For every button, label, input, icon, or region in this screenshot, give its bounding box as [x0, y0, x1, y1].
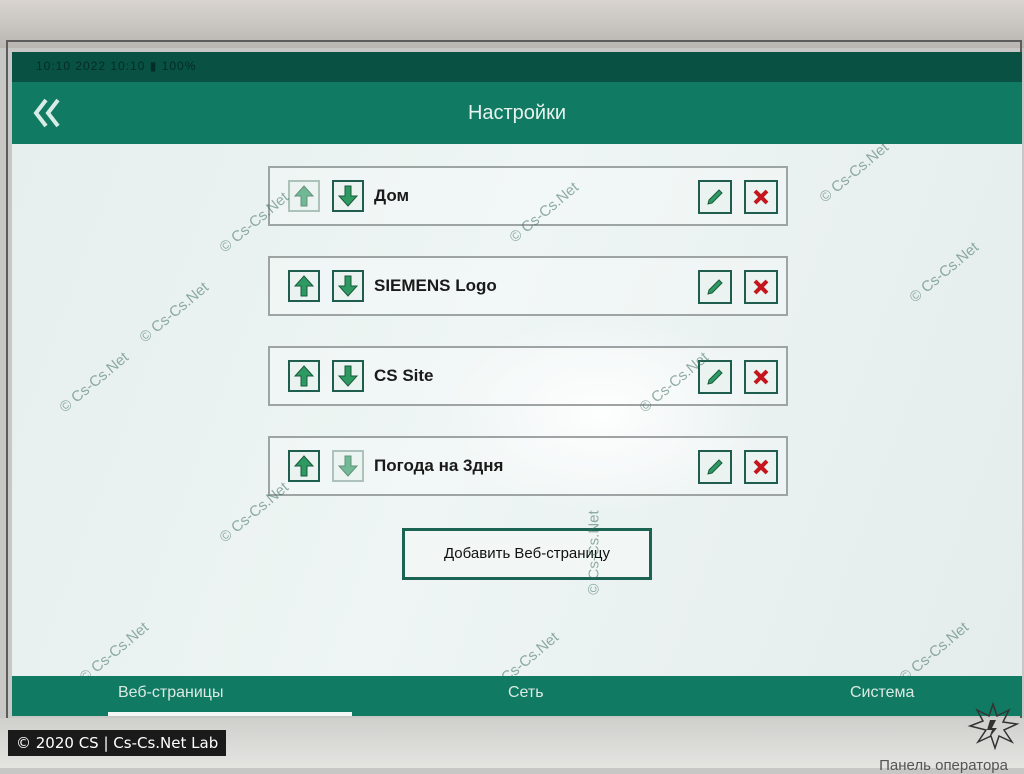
delete-button[interactable] — [744, 450, 778, 484]
delete-button[interactable] — [744, 180, 778, 214]
web-page-row: CS Site — [268, 346, 788, 406]
web-page-name: CS Site — [374, 366, 434, 385]
status-bar: 10:10 2022 10:10 ▮ 100% — [12, 52, 1022, 82]
web-page-name: Погода на 3дня — [374, 456, 504, 475]
tab-system[interactable]: Система — [850, 684, 914, 702]
edit-button[interactable] — [698, 180, 732, 214]
edit-button[interactable] — [698, 360, 732, 394]
move-up-button[interactable] — [288, 360, 320, 392]
pencil-icon — [707, 459, 723, 475]
starburst-logo-icon — [967, 702, 1020, 750]
arrow-down-icon — [338, 455, 358, 477]
move-up-button[interactable] — [288, 270, 320, 302]
add-web-page-button[interactable]: Добавить Веб-страницу — [402, 528, 652, 580]
delete-button[interactable] — [744, 270, 778, 304]
arrow-up-icon — [294, 275, 314, 297]
close-x-icon — [753, 189, 769, 205]
web-page-row: SIEMENS Logo — [268, 256, 788, 316]
move-down-button[interactable] — [332, 270, 364, 302]
edit-button[interactable] — [698, 450, 732, 484]
delete-button[interactable] — [744, 360, 778, 394]
bezel-caption: Панель оператора — [879, 757, 1008, 774]
edit-button[interactable] — [698, 270, 732, 304]
watermark: © Cs-Cs.Net — [56, 348, 132, 417]
close-x-icon — [753, 369, 769, 385]
move-down-button[interactable] — [332, 360, 364, 392]
tab-web-pages[interactable]: Веб-страницы — [118, 684, 223, 702]
status-text: 10:10 2022 10:10 ▮ 100% — [36, 59, 197, 73]
bottom-tab-bar: Веб-страницы Сеть Система — [12, 676, 1022, 716]
photo-credit: © 2020 CS | Cs-Cs.Net Lab — [8, 730, 227, 756]
watermark: © Cs-Cs.Net — [816, 138, 892, 207]
arrow-down-icon — [338, 185, 358, 207]
web-pages-panel: Дом SIEMENS Logo CS Site Погода на 3дня … — [12, 139, 1022, 696]
web-page-row: Погода на 3дня — [268, 436, 788, 496]
arrow-up-icon — [294, 455, 314, 477]
arrow-up-icon — [294, 365, 314, 387]
web-page-name: Дом — [374, 186, 410, 205]
tab-network[interactable]: Сеть — [508, 684, 544, 702]
web-page-row: Дом — [268, 166, 788, 226]
web-page-name: SIEMENS Logo — [374, 276, 497, 295]
arrow-down-icon — [338, 365, 358, 387]
close-x-icon — [753, 279, 769, 295]
watermark: © Cs-Cs.Net — [136, 278, 212, 347]
close-x-icon — [753, 459, 769, 475]
pencil-icon — [707, 279, 723, 295]
arrow-up-icon — [294, 185, 314, 207]
hmi-screen: 10:10 2022 10:10 ▮ 100% Настройки Дом SI… — [12, 52, 1022, 716]
watermark: © Cs-Cs.Net — [906, 238, 982, 307]
active-tab-indicator — [108, 712, 352, 716]
move-up-button[interactable] — [288, 450, 320, 482]
page-title: Настройки — [467, 102, 567, 124]
arrow-down-icon — [338, 275, 358, 297]
app-header: Настройки — [12, 82, 1022, 144]
move-down-button[interactable] — [332, 450, 364, 482]
move-up-button[interactable] — [288, 180, 320, 212]
pencil-icon — [707, 189, 723, 205]
pencil-icon — [707, 369, 723, 385]
move-down-button[interactable] — [332, 180, 364, 212]
